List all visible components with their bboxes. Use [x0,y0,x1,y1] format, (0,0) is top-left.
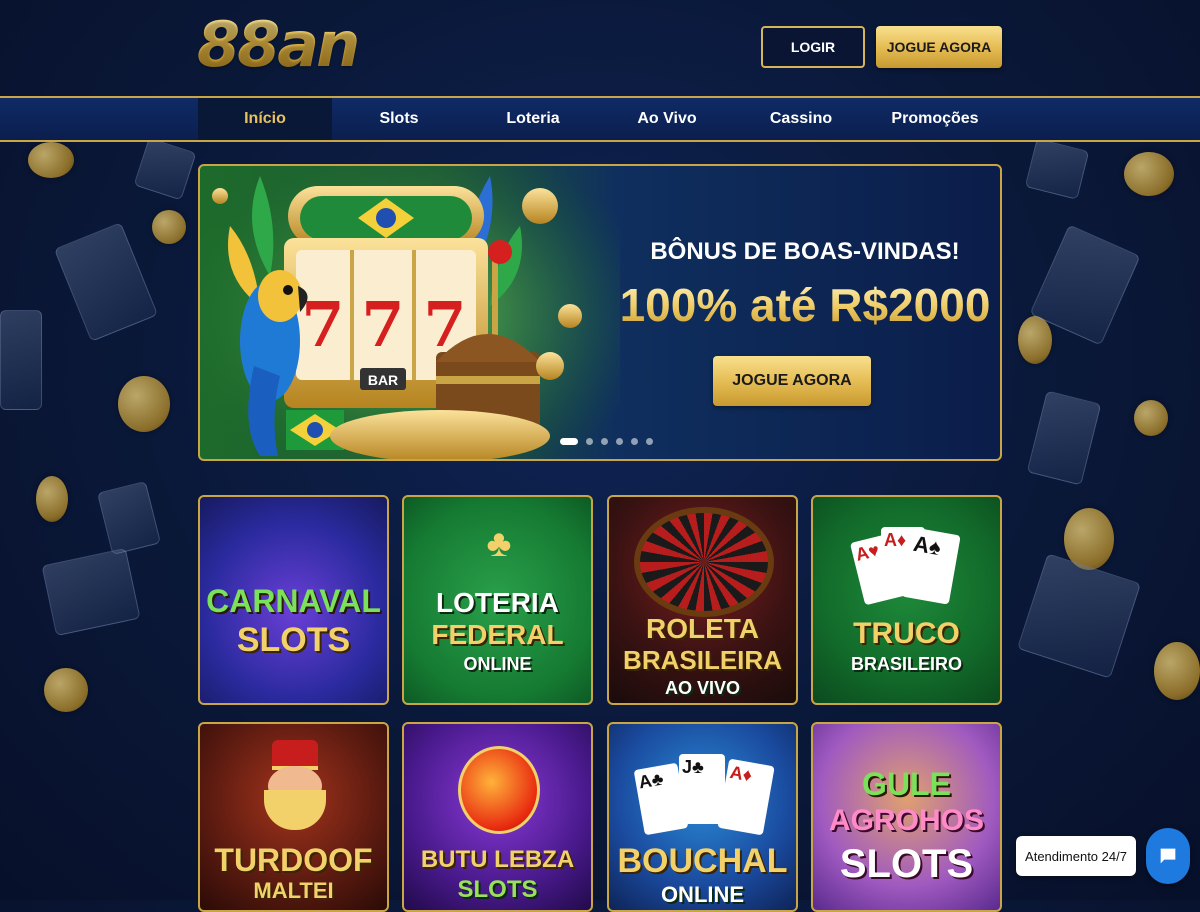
chat-button[interactable] [1146,828,1190,884]
fruit-icon [458,746,540,834]
banner-play-button[interactable]: JOGUE AGORA [713,356,871,406]
coin-icon [1018,316,1052,364]
coin-icon [1154,642,1200,700]
slot-reel-symbol: 7 [301,288,344,361]
coin-icon [36,476,68,522]
carousel-dot[interactable] [646,438,653,445]
playing-card-decor [133,137,197,201]
game-tile-title: ROLETA [645,613,760,644]
nav-item-promocoes[interactable]: Promoções [868,98,1002,140]
game-tile-title: BUTU LEBZA [420,846,575,873]
roulette-wheel-icon [634,507,774,617]
game-tile-subtitle: SLOTS [236,621,351,659]
banner-offer: 100% até R$2000 [600,278,1000,332]
nav-item-ao-vivo[interactable]: Ao Vivo [600,98,734,140]
chat-bubble-icon [1160,848,1176,864]
coin-icon [44,668,88,712]
game-tile-subtitle: SLOTS [457,876,538,903]
carousel-dot[interactable] [586,438,593,445]
game-tile-truco-brasileiro[interactable]: A♥ A♦ A♠ TRUCO BRASILEIRO [811,495,1002,705]
game-tile-subtitle: FEDERAL [431,619,564,650]
coin-icon [1134,400,1168,436]
playing-card-decor [1029,224,1141,346]
playing-card-decor [97,480,161,556]
game-tile-subtitle: MALTEI [253,878,334,903]
game-tile-subtitle: BRASILEIRO [850,654,962,674]
playing-card-decor [53,222,159,342]
play-now-button[interactable]: JOGUE AGORA [876,26,1002,68]
clover-icon: ♣ [486,523,512,565]
playing-card-decor [41,547,141,637]
game-tile-title: LOTERIA [436,587,559,618]
game-tile-tag: SLOTS [839,842,974,886]
coin-icon [118,376,170,432]
game-tile-title: TRUCO [853,617,960,650]
nav-item-loteria[interactable]: Loteria [466,98,600,140]
coin-icon [28,142,74,178]
game-tile-title: GULE [862,766,951,802]
slot-machine-illustration: 7 7 7 BAR [200,166,620,459]
game-tile-title: CARNAVAL [206,583,381,619]
carousel-dot[interactable] [631,438,638,445]
playing-cards-icon: A♣ J♣ A♦ [633,754,779,844]
nav-item-inicio[interactable]: Início [198,98,332,140]
login-button[interactable]: LOGIR [761,26,865,68]
slot-bar-label: BAR [368,372,398,388]
carousel-dots [560,438,653,445]
nav-items: Início Slots Loteria Ao Vivo Cassino Pro… [198,98,1002,140]
nav-item-slots[interactable]: Slots [332,98,466,140]
playing-card-decor [1016,553,1142,679]
game-tile-roleta-brasileira[interactable]: ROLETA BRASILEIRA AO VIVO [607,495,798,705]
playing-card-decor [0,310,42,410]
game-tile-title: TURDOOF [214,842,373,878]
character-icon [258,740,332,830]
banner-title: BÔNUS DE BOAS-VINDAS! [650,238,960,265]
slot-reel-symbol: 7 [361,288,404,361]
game-tile-gule-agrohos-slots[interactable]: GULE AGROHOS SLOTS [811,722,1002,912]
carousel-dot[interactable] [560,438,578,445]
game-tile-title: BOUCHAL [617,842,788,880]
playing-card-decor [1024,138,1090,200]
coin-icon [1064,508,1114,570]
game-tile-loteria-federal[interactable]: ♣ LOTERIA FEDERAL ONLINE [402,495,593,705]
hero-banner[interactable]: 7 7 7 BAR BÔNUS DE BOAS-VINDAS! 100% até… [198,164,1002,461]
playing-cards-icon: A♥ A♦ A♠ [849,527,961,613]
coin-icon [1124,152,1174,196]
nav-item-cassino[interactable]: Cassino [734,98,868,140]
coin-icon [152,210,186,244]
carousel-dot[interactable] [616,438,623,445]
game-tile-subtitle: AGROHOS [828,804,984,837]
game-tile-carnaval-slots[interactable]: CARNAVAL SLOTS [198,495,389,705]
site-header: 88an LOGIR JOGUE AGORA [0,0,1200,96]
carousel-dot[interactable] [601,438,608,445]
game-tile-tag: ONLINE [463,654,532,674]
game-tile-subtitle: ONLINE [660,882,745,907]
game-tile-butu-lebza-slots[interactable]: BUTU LEBZA SLOTS [402,722,593,912]
game-tile-tag: AO VIVO [664,678,740,698]
game-tile-turdoof-maltei[interactable]: TURDOOF MALTEI [198,722,389,912]
game-tile-subtitle: BRASILEIRA [623,645,782,675]
playing-card-decor [1026,390,1102,486]
main-nav: Início Slots Loteria Ao Vivo Cassino Pro… [0,96,1200,142]
game-tile-bouchal-online[interactable]: A♣ J♣ A♦ BOUCHAL ONLINE [607,722,798,912]
site-logo[interactable]: 88an [197,8,360,81]
support-label[interactable]: Atendimento 24/7 [1016,836,1136,876]
